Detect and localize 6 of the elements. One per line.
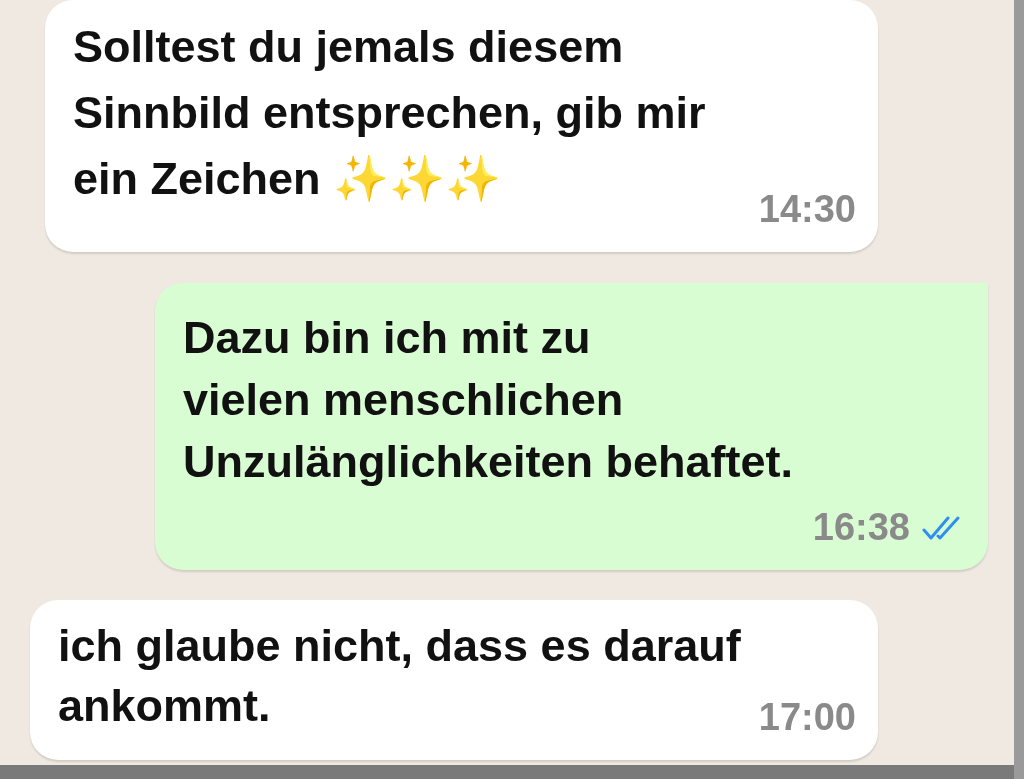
message-time: 17:00: [758, 695, 856, 740]
message-text: ich glaube nicht, dass es darauf ankommt.: [58, 619, 741, 733]
message-text: Solltest du jemals diesem Sinnbild entsprechen, gib mir ein Zeichen ✨✨✨: [73, 20, 706, 206]
message-time: 16:38: [812, 505, 910, 550]
message-text: Dazu bin ich mit zu vielen menschlichen Unzulänglichkeiten behaftet.: [183, 311, 794, 489]
message-time: 14:30: [758, 187, 856, 232]
